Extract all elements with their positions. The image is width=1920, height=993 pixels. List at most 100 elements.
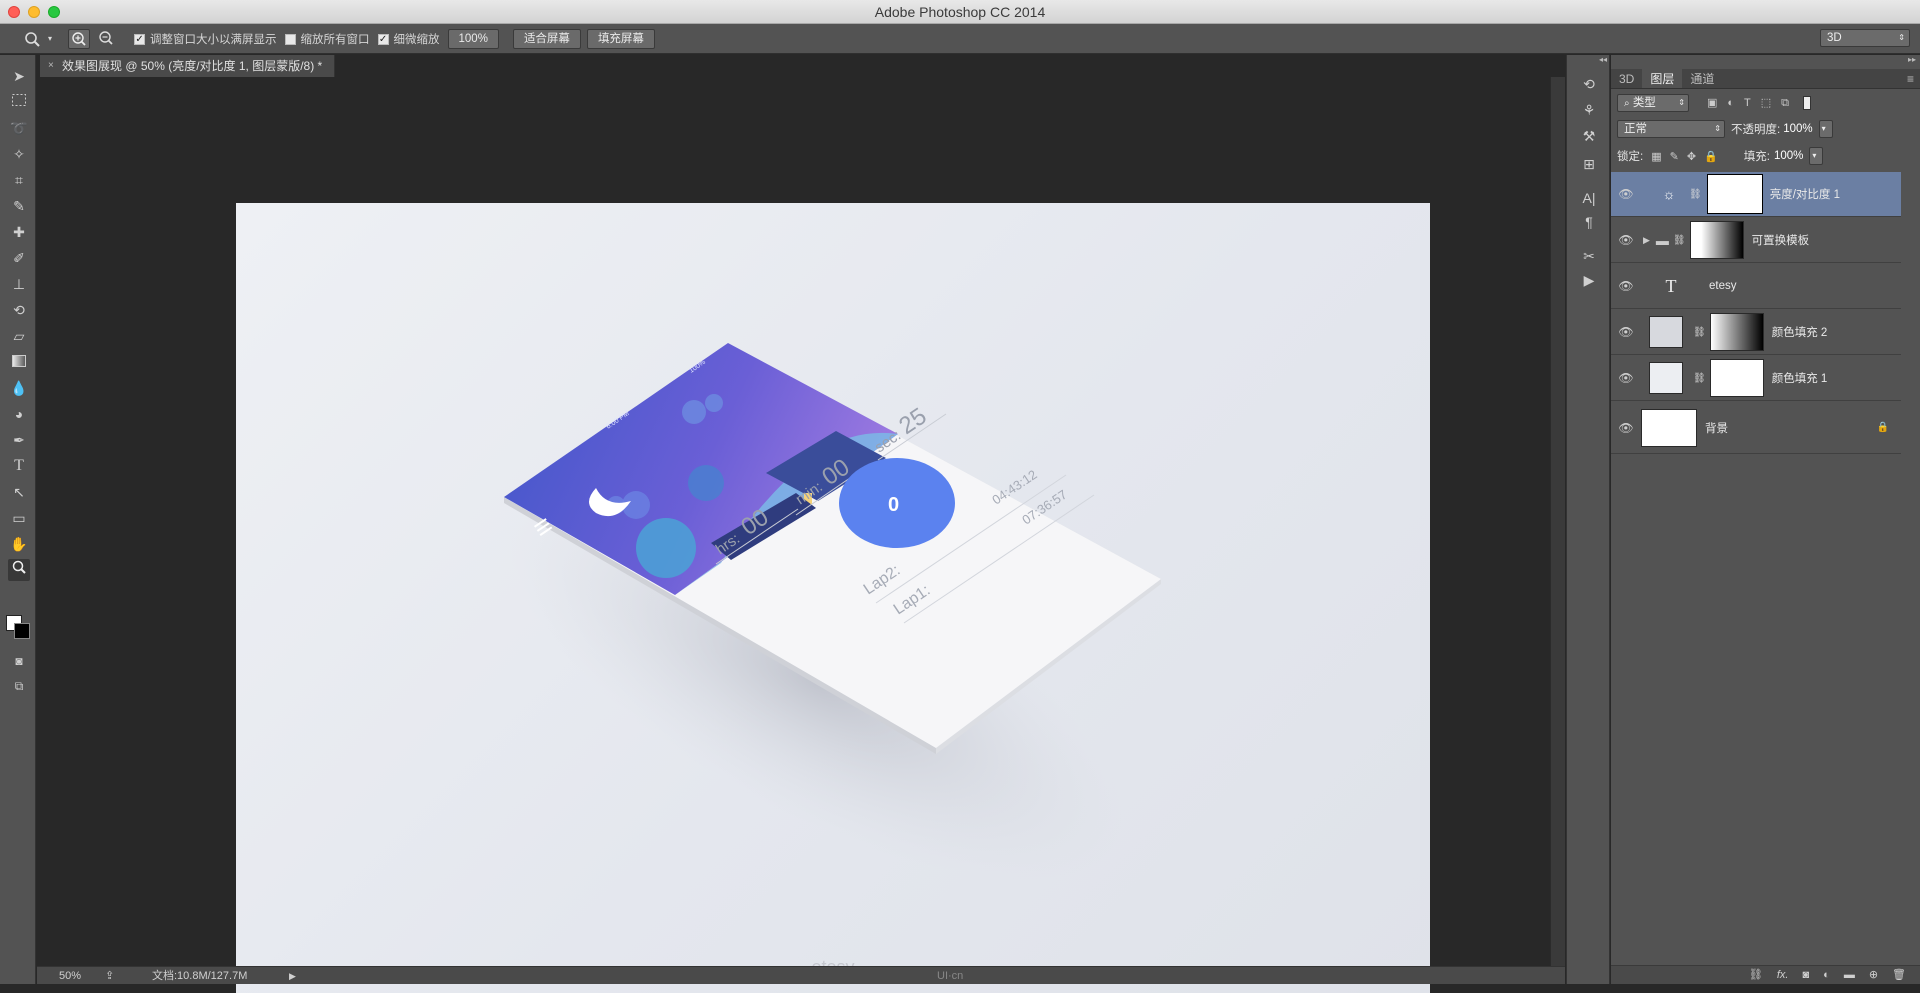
screen-mode-icon[interactable]: ⧉: [8, 675, 30, 697]
link-layers-icon[interactable]: ⛓: [1749, 966, 1763, 984]
clone-source-icon[interactable]: ⊞: [1578, 153, 1600, 175]
layer-mask-thumbnail[interactable]: [1709, 313, 1764, 351]
panel-menu-icon[interactable]: ≡: [1907, 69, 1920, 88]
layer-mask-thumbnail[interactable]: [1689, 221, 1744, 259]
layer-filter-select[interactable]: ⌕ 类型 ⇕: [1617, 94, 1689, 112]
tool-preset-chevron-icon[interactable]: ▾: [48, 34, 52, 43]
link-icon[interactable]: ⛓: [1673, 235, 1686, 246]
pen-tool-icon[interactable]: ✒: [8, 429, 30, 451]
lasso-tool-icon[interactable]: ➰: [8, 117, 30, 139]
blend-mode-select[interactable]: 正常 ⇕: [1617, 120, 1725, 138]
fill-input[interactable]: 100%: [1774, 150, 1803, 162]
panel-tabs: 3D 图层 通道 ≡: [1611, 69, 1920, 89]
layer-thumbnail[interactable]: [1641, 408, 1697, 447]
link-icon[interactable]: ⛓: [1693, 373, 1706, 384]
paragraph-panel-icon[interactable]: ¶: [1578, 211, 1600, 233]
fill-color-thumbnail[interactable]: [1649, 316, 1683, 348]
lock-icons[interactable]: ▦✎✥🔒: [1651, 150, 1726, 163]
link-icon[interactable]: ⛓: [1689, 189, 1702, 200]
background-color-swatch[interactable]: [14, 623, 30, 639]
visibility-eye-icon[interactable]: 👁: [1611, 421, 1641, 435]
add-mask-icon[interactable]: ◙: [1803, 966, 1810, 984]
scrubby-zoom-checkbox[interactable]: ✓ 细微缩放: [377, 31, 440, 47]
zoom-window-button[interactable]: [48, 6, 60, 18]
new-group-icon[interactable]: ▬: [1844, 966, 1855, 984]
fill-color-thumbnail[interactable]: [1649, 362, 1683, 394]
export-icon[interactable]: ⇪: [105, 967, 114, 985]
vertical-scrollbar[interactable]: [1550, 77, 1565, 966]
eyedropper-tool-icon[interactable]: ✎: [8, 195, 30, 217]
actions-play-icon[interactable]: ▶: [1578, 269, 1600, 291]
visibility-eye-icon[interactable]: 👁: [1611, 233, 1641, 247]
type-tool-icon[interactable]: T: [8, 455, 30, 477]
gradient-tool-icon[interactable]: [8, 351, 30, 373]
workspace-select[interactable]: 3D ⇕: [1820, 29, 1910, 47]
eraser-tool-icon[interactable]: ▱: [8, 325, 30, 347]
character-panel-icon[interactable]: A|: [1578, 187, 1600, 209]
rectangle-tool-icon[interactable]: ▭: [8, 507, 30, 529]
filter-toggle[interactable]: [1803, 96, 1812, 110]
close-tab-icon[interactable]: ×: [48, 55, 54, 77]
delete-layer-icon[interactable]: 🗑: [1892, 966, 1906, 984]
visibility-eye-icon[interactable]: 👁: [1611, 325, 1641, 339]
visibility-eye-icon[interactable]: 👁: [1611, 279, 1641, 293]
collapse-panel-icon[interactable]: ▸▸: [1908, 55, 1916, 64]
stamp-tool-icon[interactable]: ⊥: [8, 273, 30, 295]
layer-brightness-contrast[interactable]: 👁 ☼ ⛓ 亮度/对比度 1: [1611, 172, 1901, 217]
zoom-in-icon[interactable]: [68, 28, 91, 49]
canvas-area[interactable]: 6:00 PM 100% hrs: 00 min: 00 sec: 25 0 L…: [37, 77, 1565, 993]
visibility-eye-icon[interactable]: 👁: [1611, 187, 1641, 201]
fill-dropdown[interactable]: ▾: [1809, 147, 1824, 165]
tools-panel-icon[interactable]: ✂: [1578, 245, 1600, 267]
fit-screen-button[interactable]: 适合屏幕: [512, 28, 581, 49]
collapse-arrows-icon[interactable]: ◂◂: [1567, 55, 1611, 65]
marquee-tool-icon[interactable]: [8, 91, 30, 113]
expand-triangle-icon[interactable]: ▶: [1643, 235, 1650, 246]
healing-brush-tool-icon[interactable]: ✚: [8, 221, 30, 243]
history-panel-icon[interactable]: ⟲: [1578, 73, 1600, 95]
opacity-dropdown[interactable]: ▾: [1818, 120, 1833, 138]
document-canvas[interactable]: 6:00 PM 100% hrs: 00 min: 00 sec: 25 0 L…: [236, 203, 1430, 993]
move-tool-icon[interactable]: ➤: [8, 65, 30, 87]
zoom-level[interactable]: 50%: [59, 967, 81, 985]
status-menu-arrow-icon[interactable]: ▶: [289, 967, 296, 985]
layer-mask-thumbnail[interactable]: [1709, 359, 1764, 397]
magic-wand-tool-icon[interactable]: ✧: [8, 143, 30, 165]
filter-icons[interactable]: ▣◐T⬚⧉: [1707, 96, 1799, 110]
dodge-tool-icon[interactable]: ◕: [8, 403, 30, 425]
brush-presets-icon[interactable]: ⚘: [1578, 99, 1600, 121]
history-brush-tool-icon[interactable]: ⟲: [8, 299, 30, 321]
path-selection-tool-icon[interactable]: ↖: [8, 481, 30, 503]
resize-windows-checkbox[interactable]: ✓ 调整窗口大小以满屏显示: [134, 31, 277, 47]
tool-presets-icon[interactable]: ⚒: [1578, 125, 1600, 147]
link-icon[interactable]: ⛓: [1693, 327, 1706, 338]
layer-background[interactable]: 👁 背景 🔒: [1611, 402, 1901, 454]
adjustment-layer-icon[interactable]: ◐: [1823, 966, 1830, 984]
layer-replaceable-template[interactable]: 👁 ▶ ▬ ⛓ 可置换模板: [1611, 218, 1901, 263]
hand-tool-icon[interactable]: ✋: [8, 533, 30, 555]
zoom-tool-active-icon[interactable]: [8, 559, 30, 581]
layer-text-etesy[interactable]: 👁 T etesy: [1611, 264, 1901, 309]
fill-screen-button[interactable]: 填充屏幕: [586, 28, 655, 49]
tab-layers[interactable]: 图层: [1642, 69, 1683, 88]
brush-tool-icon[interactable]: ✐: [8, 247, 30, 269]
opacity-input[interactable]: 100%: [1783, 123, 1812, 135]
visibility-eye-icon[interactable]: 👁: [1611, 371, 1641, 385]
quick-mask-icon[interactable]: ◙: [8, 650, 30, 672]
close-window-button[interactable]: [8, 6, 20, 18]
tab-channels[interactable]: 通道: [1682, 69, 1722, 88]
fx-icon[interactable]: fx.: [1777, 966, 1789, 984]
tab-3d[interactable]: 3D: [1611, 69, 1642, 88]
document-tab[interactable]: × 效果图展现 @ 50% (亮度/对比度 1, 图层蒙版/8) *: [40, 55, 336, 77]
blur-tool-icon[interactable]: 💧: [8, 377, 30, 399]
layer-color-fill-1[interactable]: 👁 ⛓ 颜色填充 1: [1611, 356, 1901, 401]
crop-tool-icon[interactable]: ⌗: [8, 169, 30, 191]
layer-color-fill-2[interactable]: 👁 ⛓ 颜色填充 2: [1611, 310, 1901, 355]
zoom-100-button[interactable]: 100%: [447, 28, 499, 49]
layer-mask-thumbnail[interactable]: [1706, 174, 1763, 214]
zoom-out-icon[interactable]: [96, 29, 118, 49]
zoom-all-windows-checkbox[interactable]: 缩放所有窗口: [284, 31, 370, 47]
minimize-window-button[interactable]: [28, 6, 40, 18]
new-layer-icon[interactable]: ⊕: [1869, 966, 1878, 984]
zoom-tool-icon[interactable]: [22, 29, 44, 49]
